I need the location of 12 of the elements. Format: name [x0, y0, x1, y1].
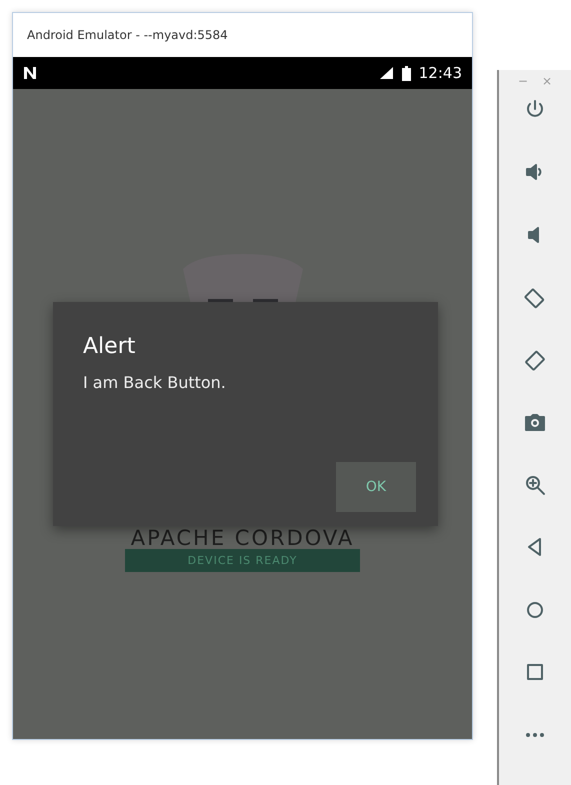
app-heading: APACHE CORDOVA — [130, 528, 354, 548]
notification-icon — [23, 66, 37, 80]
clock: 12:43 — [418, 64, 462, 82]
battery-icon — [402, 66, 411, 80]
signal-icon — [378, 66, 394, 80]
minimize-button[interactable]: − — [518, 74, 528, 88]
ok-button[interactable]: OK — [336, 462, 416, 512]
dialog-title: Alert — [83, 334, 136, 359]
close-button[interactable]: × — [542, 74, 552, 88]
window-title: Android Emulator - --myavd:5584 — [13, 13, 472, 57]
device-status: DEVICE IS READY — [125, 549, 360, 572]
dialog-message: I am Back Button. — [83, 373, 227, 392]
